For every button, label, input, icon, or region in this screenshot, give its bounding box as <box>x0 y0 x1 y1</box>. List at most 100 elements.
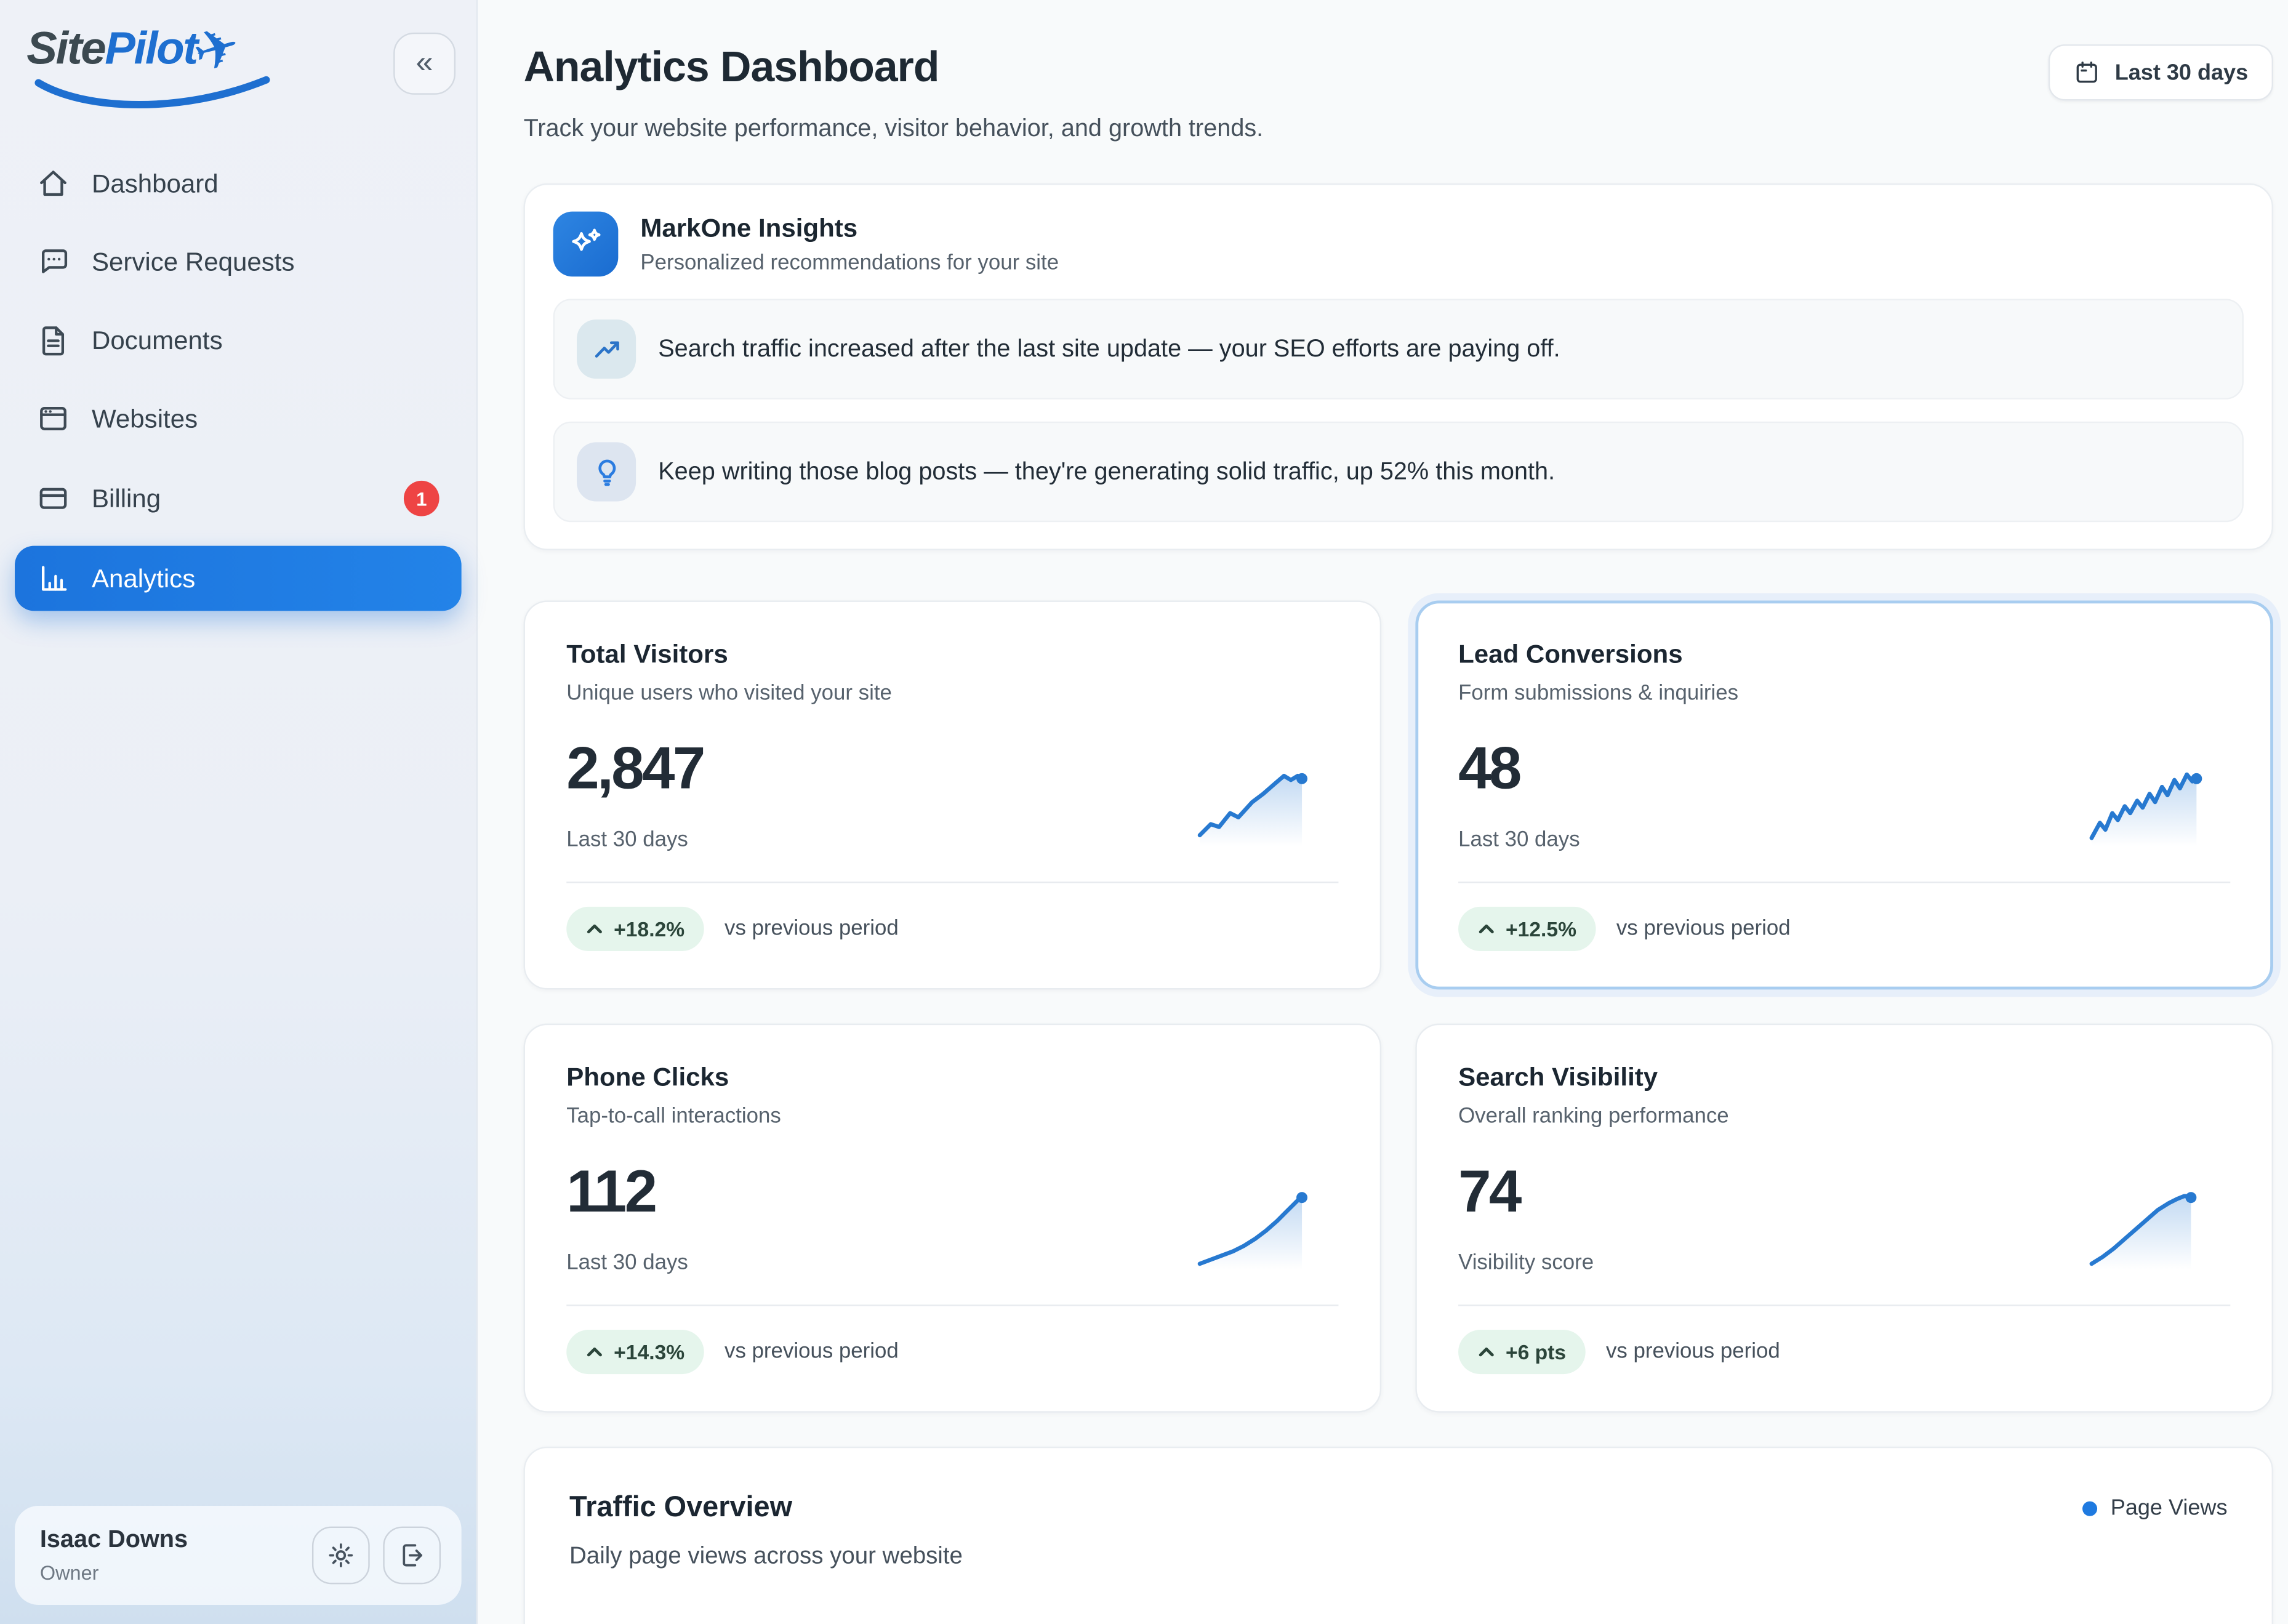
stat-title: Total Visitors <box>566 639 1338 670</box>
settings-button[interactable] <box>312 1527 370 1585</box>
main-content: Analytics Dashboard Track your website p… <box>478 0 2288 1624</box>
stat-subtitle: Form submissions & inquiries <box>1458 682 2230 705</box>
sparkline-chart <box>2085 766 2230 850</box>
stat-title: Lead Conversions <box>1458 639 2230 670</box>
divider <box>566 882 1338 883</box>
sidebar-item-documents[interactable]: Documents <box>15 308 462 373</box>
lightbulb-icon <box>577 442 636 501</box>
date-range-button[interactable]: Last 30 days <box>2049 44 2273 100</box>
stat-value: 112 <box>566 1160 688 1226</box>
divider <box>566 1304 1338 1306</box>
traffic-subtitle: Daily page views across your website <box>569 1544 963 1570</box>
sidebar-item-label: Billing <box>92 483 161 513</box>
stats-grid: Total Visitors Unique users who visited … <box>524 601 2273 1413</box>
sparkles-icon <box>553 212 619 277</box>
collapse-sidebar-button[interactable]: « <box>393 33 456 95</box>
stat-card-phone-clicks[interactable]: Phone Clicks Tap-to-call interactions 11… <box>524 1024 1382 1413</box>
stat-value: 74 <box>1458 1160 1594 1226</box>
stat-title: Search Visibility <box>1458 1062 2230 1093</box>
insights-panel: MarkOne Insights Personalized recommenda… <box>524 183 2273 550</box>
user-role: Owner <box>40 1562 188 1584</box>
divider <box>1458 1304 2230 1306</box>
stat-value: 2,847 <box>566 737 704 803</box>
stat-card-total-visitors[interactable]: Total Visitors Unique users who visited … <box>524 601 1382 990</box>
stat-subtitle: Overall ranking performance <box>1458 1105 2230 1128</box>
page-title: Analytics Dashboard <box>524 44 1264 93</box>
chevrons-left-icon: « <box>416 46 433 81</box>
stat-period: Last 30 days <box>1458 829 1580 852</box>
sparkline-chart <box>2085 1189 2230 1272</box>
calendar-icon <box>2073 59 2100 86</box>
change-note: vs previous period <box>1606 1340 1780 1364</box>
stat-period: Visibility score <box>1458 1252 1594 1275</box>
chat-icon <box>37 246 70 278</box>
stat-card-search-visibility[interactable]: Search Visibility Overall ranking perfor… <box>1415 1024 2273 1413</box>
page-subtitle: Track your website performance, visitor … <box>524 115 1264 143</box>
user-card: Isaac Downs Owner <box>15 1506 462 1605</box>
divider <box>1458 882 2230 883</box>
change-value: +6 pts <box>1506 1340 1566 1364</box>
sidebar: SitePilot✈ « Dashboard Se <box>0 0 478 1624</box>
insight-text: Keep writing those blog posts — they're … <box>658 458 1555 486</box>
logo: SitePilot✈ <box>26 22 239 77</box>
billing-notification-badge: 1 <box>404 481 440 517</box>
chart-legend: Page Views <box>2082 1495 2227 1521</box>
chevron-up-icon <box>585 923 603 935</box>
sidebar-item-service-requests[interactable]: Service Requests <box>15 229 462 294</box>
user-info: Isaac Downs Owner <box>40 1527 188 1585</box>
credit-card-icon <box>37 482 70 515</box>
insights-title: MarkOne Insights <box>640 213 1059 244</box>
sidebar-item-label: Dashboard <box>92 168 219 199</box>
home-icon <box>37 167 70 200</box>
logo-text-pilot: Pilot <box>105 25 196 75</box>
change-note: vs previous period <box>1616 917 1791 941</box>
chevron-up-icon <box>1477 1346 1495 1357</box>
logo-text-site: Site <box>26 25 105 75</box>
logout-icon <box>398 1542 426 1570</box>
stat-period: Last 30 days <box>566 1252 688 1275</box>
legend-label: Page Views <box>2111 1495 2228 1521</box>
sidebar-item-label: Documents <box>92 324 223 355</box>
legend-dot-icon <box>2082 1501 2097 1516</box>
sidebar-item-label: Analytics <box>92 563 195 593</box>
insight-item: Keep writing those blog posts — they're … <box>553 422 2244 522</box>
app: SitePilot✈ « Dashboard Se <box>0 0 2288 1624</box>
chevron-up-icon <box>585 1346 603 1357</box>
stat-period: Last 30 days <box>566 829 704 852</box>
change-badge: +12.5% <box>1458 907 1596 951</box>
gear-icon <box>327 1542 355 1570</box>
change-badge: +18.2% <box>566 907 704 951</box>
insight-item: Search traffic increased after the last … <box>553 299 2244 399</box>
change-value: +18.2% <box>614 917 684 941</box>
change-value: +14.3% <box>614 1340 684 1364</box>
trending-up-icon <box>577 320 636 379</box>
change-value: +12.5% <box>1506 917 1576 941</box>
chevron-up-icon <box>1477 923 1495 935</box>
sidebar-nav: Dashboard Service Requests Documents <box>15 151 462 611</box>
user-name: Isaac Downs <box>40 1527 188 1555</box>
logout-button[interactable] <box>383 1527 441 1585</box>
bar-chart-icon <box>37 562 70 595</box>
document-icon <box>37 324 70 356</box>
sidebar-item-label: Websites <box>92 403 198 434</box>
traffic-title: Traffic Overview <box>569 1491 963 1525</box>
stat-title: Phone Clicks <box>566 1062 1338 1093</box>
stat-subtitle: Tap-to-call interactions <box>566 1105 1338 1128</box>
date-range-label: Last 30 days <box>2115 60 2248 85</box>
insight-text: Search traffic increased after the last … <box>658 335 1560 363</box>
sidebar-item-label: Service Requests <box>92 246 295 277</box>
sidebar-item-analytics[interactable]: Analytics <box>15 546 462 611</box>
stat-value: 48 <box>1458 737 1580 803</box>
insights-subtitle: Personalized recommendations for your si… <box>640 251 1059 275</box>
sidebar-item-websites[interactable]: Websites <box>15 386 462 451</box>
traffic-overview-panel: Traffic Overview Daily page views across… <box>524 1447 2273 1624</box>
change-badge: +6 pts <box>1458 1330 1585 1374</box>
browser-icon <box>37 403 70 435</box>
change-badge: +14.3% <box>566 1330 704 1374</box>
stat-card-lead-conversions[interactable]: Lead Conversions Form submissions & inqu… <box>1415 601 2273 990</box>
change-note: vs previous period <box>725 917 899 941</box>
sidebar-item-billing[interactable]: Billing 1 <box>15 464 462 533</box>
sparkline-chart <box>1194 766 1338 850</box>
stat-subtitle: Unique users who visited your site <box>566 682 1338 705</box>
sidebar-item-dashboard[interactable]: Dashboard <box>15 151 462 216</box>
